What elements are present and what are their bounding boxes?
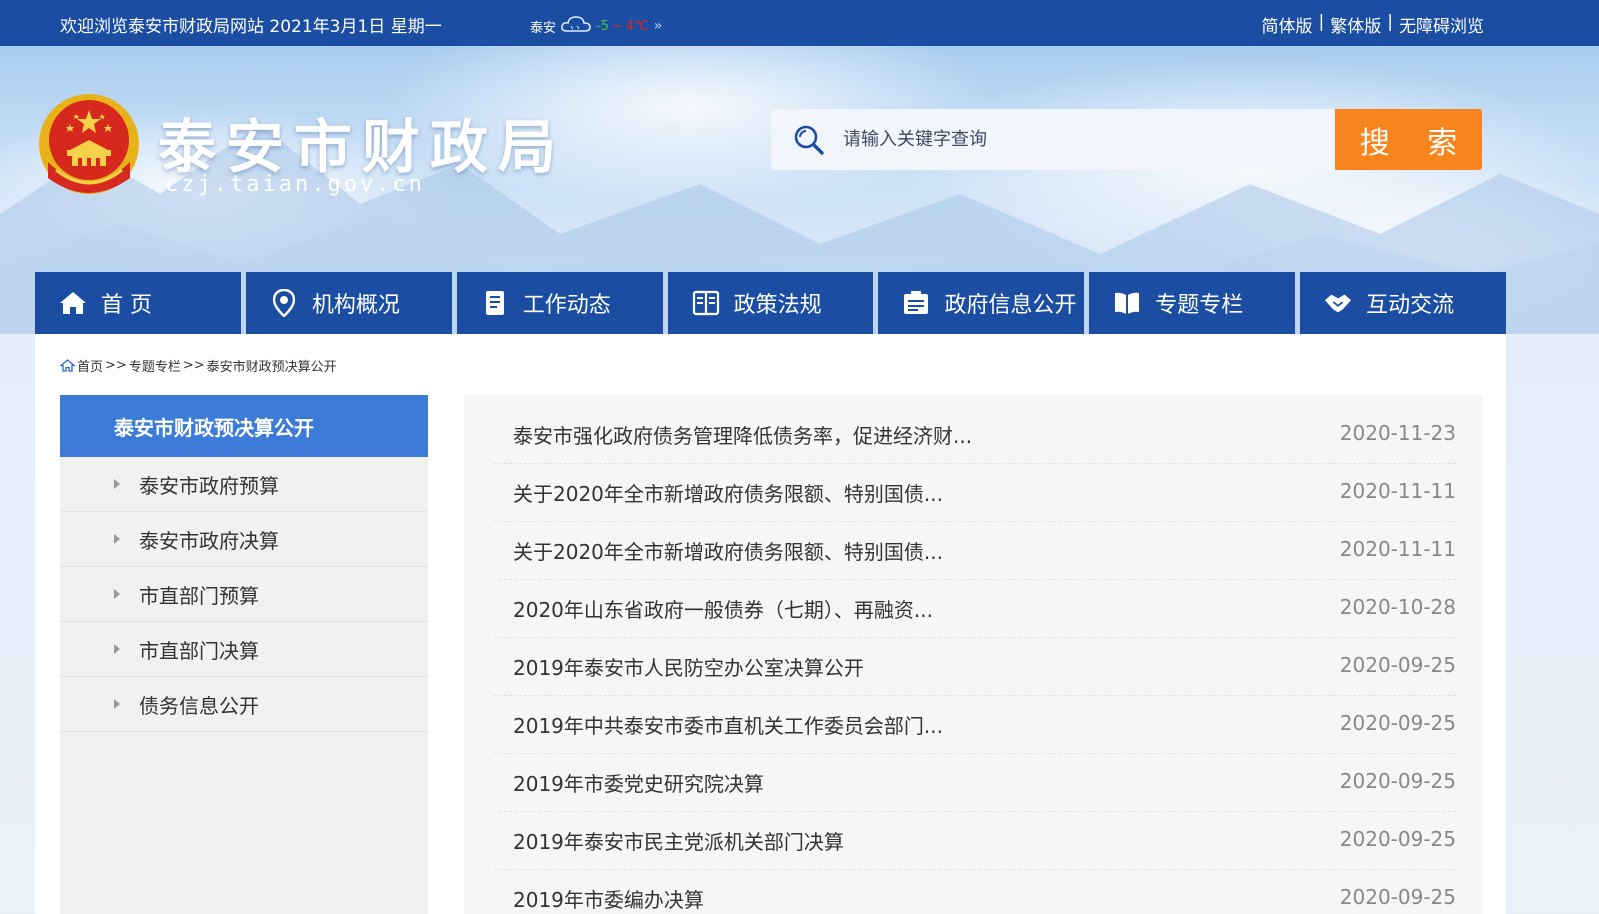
link-separator: |	[1387, 12, 1393, 32]
content-panel: 首页 >> 专题专栏 >> 泰安市财政预决算公开 泰安市财政预决算公开 泰安市政…	[35, 334, 1506, 914]
search-bar: 搜 索	[771, 109, 1482, 170]
weather-high: 4℃	[625, 18, 649, 34]
triangle-right-icon	[114, 699, 120, 709]
nav-label: 首 页	[101, 293, 152, 318]
breadcrumb-home[interactable]: 首页	[77, 356, 103, 375]
article-date: 2020-10-28	[1339, 595, 1456, 619]
article-date: 2020-09-25	[1339, 711, 1456, 735]
article-title[interactable]: 泰安市强化政府债务管理降低债务率，促进经济财...	[513, 420, 972, 449]
article-date: 2020-11-11	[1339, 537, 1456, 561]
list-item[interactable]: 2019年泰安市民主党派机关部门决算 2020-09-25	[494, 812, 1456, 870]
list-item[interactable]: 关于2020年全市新增政府债务限额、特别国债... 2020-11-11	[494, 464, 1456, 522]
accessibility-link[interactable]: 无障碍浏览	[1399, 12, 1484, 37]
article-title[interactable]: 关于2020年全市新增政府债务限额、特别国债...	[513, 536, 943, 565]
open-book-icon	[1113, 289, 1141, 317]
home-icon	[60, 359, 75, 372]
book-icon	[692, 289, 720, 317]
triangle-right-icon	[114, 644, 120, 654]
article-title[interactable]: 2020年山东省政府一般债券（七期）、再融资...	[513, 594, 933, 623]
triangle-right-icon	[114, 479, 120, 489]
weather-city: 泰安	[530, 20, 557, 36]
nav-item-work-news[interactable]: 工作动态	[456, 272, 663, 334]
weather-widget[interactable]: 泰安 -5 ~ 4℃ »	[530, 13, 662, 39]
search-box	[771, 109, 1335, 170]
nav-item-interaction[interactable]: 互动交流	[1300, 272, 1507, 334]
nav-label: 政府信息公开	[944, 293, 1077, 318]
nav-item-home[interactable]: 首 页	[35, 272, 241, 334]
article-date: 2020-11-23	[1339, 421, 1456, 445]
search-input[interactable]	[841, 128, 1285, 151]
simplified-link[interactable]: 简体版	[1262, 12, 1313, 37]
article-date: 2020-09-25	[1339, 885, 1456, 909]
nav-label: 互动交流	[1366, 293, 1455, 318]
nav-label: 工作动态	[522, 293, 611, 318]
info-board-icon	[902, 289, 930, 317]
top-bar: 欢迎浏览泰安市财政局网站 2021年3月1日 星期一 泰安 -5 ~ 4℃ » …	[0, 0, 1599, 46]
nav-item-special-topics[interactable]: 专题专栏	[1089, 272, 1296, 334]
handshake-icon	[1324, 289, 1352, 317]
article-title[interactable]: 2019年泰安市民主党派机关部门决算	[513, 826, 844, 855]
article-date: 2020-09-25	[1339, 653, 1456, 677]
link-separator: |	[1318, 12, 1325, 32]
article-date: 2020-09-25	[1339, 827, 1456, 851]
sidebar-item-label: 泰安市政府预算	[139, 473, 279, 498]
site-domain: czj.taian.gov.cn	[165, 172, 425, 197]
breadcrumb: 首页 >> 专题专栏 >> 泰安市财政预决算公开	[60, 356, 337, 375]
language-links: 简体版 | 繁体版 | 无障碍浏览	[1262, 12, 1484, 37]
breadcrumb-current[interactable]: 泰安市财政预决算公开	[207, 356, 337, 375]
nav-item-policies[interactable]: 政策法规	[667, 272, 874, 334]
sidebar-item-label: 泰安市政府决算	[139, 528, 279, 553]
sidebar-item-label: 债务信息公开	[139, 693, 259, 718]
weather-separator: ~	[611, 18, 623, 34]
search-icon	[793, 124, 825, 156]
home-icon	[59, 289, 87, 317]
main-nav: 首 页 机构概况 工作动态 政策法规 政府信息公开 专题专栏 互动交流	[35, 272, 1507, 334]
sidebar-item-dept-final-accounts[interactable]: 市直部门决算	[60, 622, 428, 677]
sidebar-item-city-final-accounts[interactable]: 泰安市政府决算	[60, 512, 428, 567]
breadcrumb-separator: >>	[182, 358, 205, 373]
nav-label: 政策法规	[733, 293, 822, 318]
breadcrumb-separator: >>	[105, 358, 127, 373]
search-button[interactable]: 搜 索	[1335, 109, 1482, 170]
list-item[interactable]: 2019年泰安市人民防空办公室决算公开 2020-09-25	[494, 638, 1456, 696]
list-item[interactable]: 2019年市委党史研究院决算 2020-09-25	[494, 754, 1456, 812]
article-title[interactable]: 2019年市委编办决算	[513, 884, 704, 913]
article-title[interactable]: 关于2020年全市新增政府债务限额、特别国债...	[513, 478, 943, 507]
weather-low: -5	[596, 18, 609, 34]
sidebar-item-debt-info[interactable]: 债务信息公开	[60, 677, 428, 732]
list-item[interactable]: 2020年山东省政府一般债券（七期）、再融资... 2020-10-28	[494, 580, 1456, 638]
article-title[interactable]: 2019年泰安市人民防空办公室决算公开	[513, 652, 864, 681]
weather-more-link[interactable]: »	[654, 18, 663, 34]
sidebar: 泰安市财政预决算公开 泰安市政府预算 泰安市政府决算 市直部门预算 市直部门决算…	[60, 395, 428, 914]
location-icon	[270, 289, 298, 317]
list-item[interactable]: 2019年市委编办决算 2020-09-25	[494, 870, 1456, 914]
sidebar-heading[interactable]: 泰安市财政预决算公开	[60, 395, 428, 457]
article-date: 2020-11-11	[1339, 479, 1456, 503]
nav-item-organization[interactable]: 机构概况	[245, 272, 452, 334]
breadcrumb-special-topics[interactable]: 专题专栏	[129, 356, 181, 375]
triangle-right-icon	[114, 534, 120, 544]
nav-label: 专题专栏	[1155, 293, 1244, 318]
list-item[interactable]: 2019年中共泰安市委市直机关工作委员会部门... 2020-09-25	[494, 696, 1456, 754]
sidebar-item-city-budget[interactable]: 泰安市政府预算	[60, 457, 428, 512]
cloud-icon	[559, 13, 593, 39]
sidebar-item-dept-budget[interactable]: 市直部门预算	[60, 567, 428, 622]
nav-label: 机构概况	[311, 293, 400, 318]
article-title[interactable]: 2019年市委党史研究院决算	[513, 768, 764, 797]
triangle-right-icon	[114, 589, 120, 599]
sidebar-item-label: 市直部门预算	[139, 583, 259, 608]
document-icon	[481, 289, 509, 317]
list-item[interactable]: 泰安市强化政府债务管理降低债务率，促进经济财... 2020-11-23	[494, 406, 1456, 464]
traditional-link[interactable]: 繁体版	[1330, 12, 1381, 37]
sidebar-item-label: 市直部门决算	[139, 638, 259, 663]
national-emblem-logo	[34, 92, 144, 206]
nav-item-gov-info[interactable]: 政府信息公开	[878, 272, 1085, 334]
welcome-text: 欢迎浏览泰安市财政局网站 2021年3月1日 星期一	[60, 17, 442, 37]
article-date: 2020-09-25	[1339, 769, 1456, 793]
article-list: 泰安市强化政府债务管理降低债务率，促进经济财... 2020-11-23 关于2…	[464, 395, 1482, 914]
list-item[interactable]: 关于2020年全市新增政府债务限额、特别国债... 2020-11-11	[494, 522, 1456, 580]
article-title[interactable]: 2019年中共泰安市委市直机关工作委员会部门...	[513, 710, 943, 739]
